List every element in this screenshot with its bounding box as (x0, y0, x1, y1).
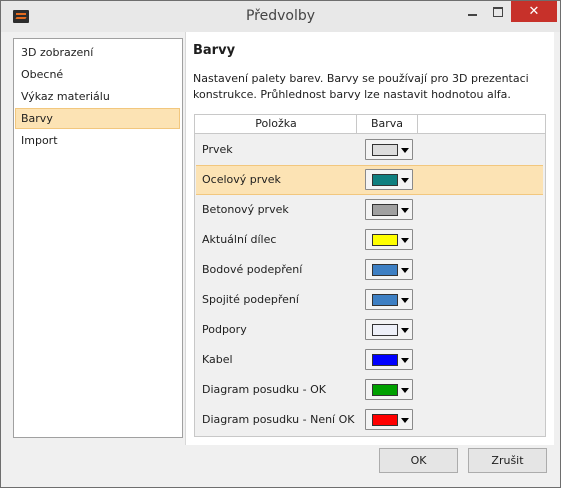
color-picker-button[interactable] (365, 139, 413, 160)
color-swatch (372, 264, 398, 276)
color-picker-button[interactable] (365, 379, 413, 400)
close-icon: ✕ (528, 4, 540, 19)
color-picker-button[interactable] (365, 199, 413, 220)
row-label: Kabel (202, 353, 233, 366)
color-picker-button[interactable] (365, 289, 413, 310)
nav-item-colors[interactable]: Barvy (15, 108, 180, 129)
grid-header: Položka Barva (195, 115, 545, 134)
nav-item-material-report[interactable]: Výkaz materiálu (16, 86, 181, 107)
row-label: Bodové podepření (202, 263, 303, 276)
color-swatch (372, 204, 398, 216)
maximize-icon (493, 6, 503, 17)
row-label: Betonový prvek (202, 203, 289, 216)
row-label: Spojité podepření (202, 293, 299, 306)
nav-item-3d-view[interactable]: 3D zobrazení (16, 42, 181, 63)
panel-title: Barvy (193, 43, 236, 58)
color-swatch (372, 324, 398, 336)
color-row[interactable]: Bodové podepření (196, 255, 543, 285)
minimize-button[interactable] (459, 1, 485, 22)
color-swatch (372, 384, 398, 396)
panel-description: Nastavení palety barev. Barvy se používa… (193, 72, 529, 101)
color-row[interactable]: Ocelový prvek (196, 165, 543, 195)
nav-item-general[interactable]: Obecné (16, 64, 181, 85)
dropdown-arrow-icon (401, 178, 409, 183)
color-picker-button[interactable] (365, 319, 413, 340)
dropdown-arrow-icon (401, 208, 409, 213)
nav-item-import[interactable]: Import (16, 130, 181, 151)
row-label: Prvek (202, 143, 233, 156)
color-row[interactable]: Kabel (196, 345, 543, 375)
color-row[interactable]: Betonový prvek (196, 195, 543, 225)
color-picker-button[interactable] (365, 259, 413, 280)
cancel-button[interactable]: Zrušit (468, 448, 547, 473)
color-picker-button[interactable] (365, 409, 413, 430)
maximize-button[interactable] (485, 1, 511, 22)
dropdown-arrow-icon (401, 268, 409, 273)
dropdown-arrow-icon (401, 328, 409, 333)
color-swatch (372, 174, 398, 186)
color-picker-button[interactable] (365, 349, 413, 370)
color-picker-button[interactable] (365, 169, 413, 190)
dropdown-arrow-icon (401, 298, 409, 303)
color-row[interactable]: Spojité podepření (196, 285, 543, 315)
dropdown-arrow-icon (401, 418, 409, 423)
minimize-icon (467, 13, 477, 16)
preferences-window: Předvolby ✕ 3D zobrazení Obecné Výkaz ma… (0, 0, 561, 488)
column-header-item[interactable]: Položka (196, 115, 357, 133)
color-swatch (372, 144, 398, 156)
color-swatch (372, 294, 398, 306)
row-label: Ocelový prvek (202, 173, 281, 186)
dialog-content: 3D zobrazení Obecné Výkaz materiálu Barv… (8, 32, 554, 479)
color-row[interactable]: Aktuální dílec (196, 225, 543, 255)
row-label: Diagram posudku - OK (202, 383, 326, 396)
ok-button[interactable]: OK (379, 448, 458, 473)
color-swatch (372, 414, 398, 426)
color-swatch (372, 234, 398, 246)
color-grid: Položka Barva Prvek Ocelový prvek Betono… (194, 114, 546, 437)
dropdown-arrow-icon (401, 358, 409, 363)
category-list: 3D zobrazení Obecné Výkaz materiálu Barv… (13, 38, 183, 438)
color-row[interactable]: Diagram posudku - OK (196, 375, 543, 405)
dropdown-arrow-icon (401, 388, 409, 393)
close-button[interactable]: ✕ (511, 1, 557, 22)
title-bar[interactable]: Předvolby ✕ (1, 1, 560, 32)
row-label: Diagram posudku - Není OK (202, 413, 355, 426)
color-row[interactable]: Diagram posudku - Není OK (196, 405, 543, 435)
row-label: Podpory (202, 323, 247, 336)
color-row[interactable]: Prvek (196, 135, 543, 165)
dropdown-arrow-icon (401, 238, 409, 243)
color-row[interactable]: Podpory (196, 315, 543, 345)
color-swatch (372, 354, 398, 366)
color-picker-button[interactable] (365, 229, 413, 250)
column-header-color[interactable]: Barva (357, 115, 418, 133)
colors-panel: Barvy Nastavení palety barev. Barvy se p… (185, 32, 554, 445)
row-label: Aktuální dílec (202, 233, 277, 246)
dropdown-arrow-icon (401, 148, 409, 153)
